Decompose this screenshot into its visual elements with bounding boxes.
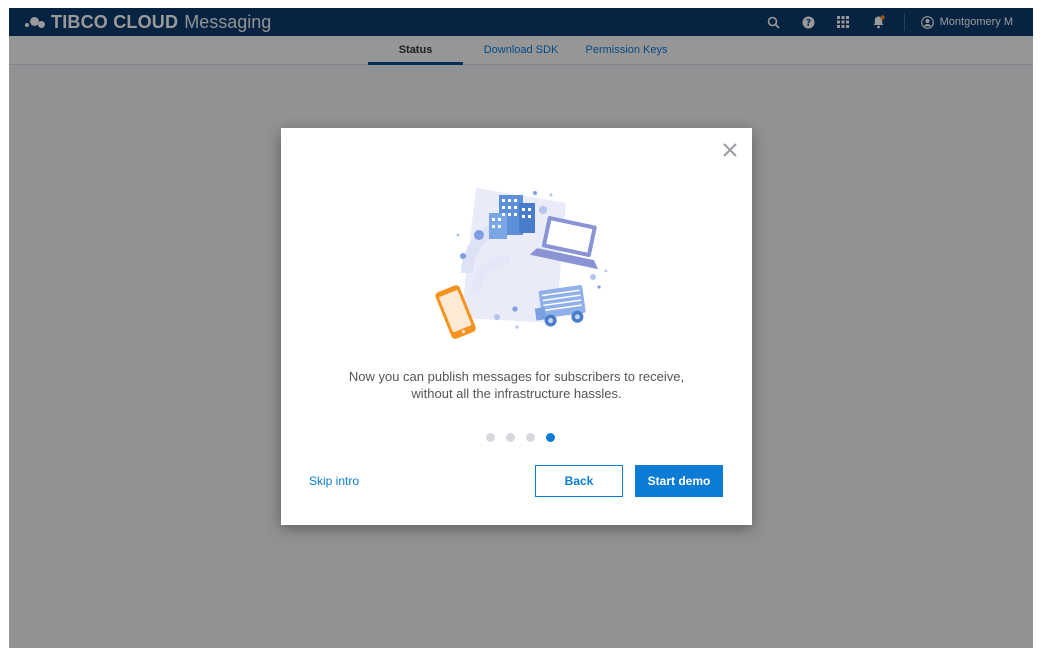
step-indicator — [486, 433, 566, 443]
close-icon[interactable] — [720, 140, 740, 160]
step-dot-4[interactable] — [546, 433, 555, 442]
back-button[interactable]: Back — [535, 465, 623, 497]
app-window: TIBCO CLOUD Messaging ? Montgomery M Sta… — [9, 8, 1033, 648]
intro-message-line-1: Now you can publish messages for subscri… — [348, 369, 685, 384]
step-dot-3[interactable] — [526, 433, 535, 442]
step-dot-2[interactable] — [506, 433, 515, 442]
skip-intro-link[interactable]: Skip intro — [309, 474, 359, 488]
start-demo-button[interactable]: Start demo — [635, 465, 723, 497]
messaging-illustration — [435, 188, 608, 339]
intro-message: Now you can publish messages for subscri… — [321, 368, 712, 402]
intro-dialog: Now you can publish messages for subscri… — [281, 128, 752, 525]
intro-message-line-2: without all the infrastructure hassles. — [411, 386, 622, 401]
step-dot-1[interactable] — [486, 433, 495, 442]
